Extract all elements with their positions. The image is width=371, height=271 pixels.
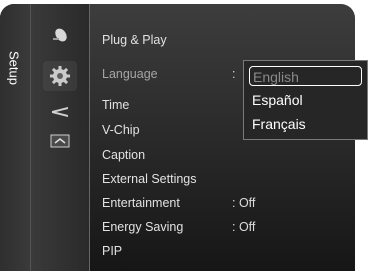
menu-item-value: : Off: [232, 196, 256, 210]
menu-item-v-chip[interactable]: V-Chip: [102, 121, 140, 139]
menu-item-entertainment[interactable]: Entertainment : Off: [102, 194, 255, 212]
menu-item-label: Entertainment: [102, 196, 180, 210]
menu-item-time[interactable]: Time: [102, 96, 129, 114]
menu-item-label: V-Chip: [102, 123, 140, 137]
antenna-icon[interactable]: [49, 100, 71, 122]
language-option-espanol[interactable]: Español: [249, 90, 362, 110]
language-option-english[interactable]: English: [249, 66, 362, 86]
menu-item-plug-and-play[interactable]: Plug & Play: [102, 31, 167, 49]
menu-item-label: External Settings: [102, 172, 197, 186]
menu-item-external-settings[interactable]: External Settings: [102, 170, 197, 188]
input-source-icon[interactable]: [49, 130, 71, 152]
setup-tab-label: Setup: [6, 51, 22, 85]
menu-item-label: PIP: [102, 244, 123, 258]
menu-item-label: Language: [102, 67, 158, 81]
menu-item-label: Plug & Play: [102, 33, 167, 47]
menu-item-value: : Off: [232, 220, 256, 234]
menu-item-language[interactable]: Language :: [102, 65, 235, 83]
gear-icon[interactable]: [43, 61, 77, 91]
menu-item-pip[interactable]: PIP: [102, 242, 122, 260]
category-icon-column: [31, 4, 90, 271]
satellite-icon[interactable]: [49, 24, 71, 46]
menu-item-energy-saving[interactable]: Energy Saving : Off: [102, 218, 255, 236]
menu-item-label: Time: [102, 98, 130, 112]
language-dropdown: English Español Français: [243, 60, 368, 140]
menu-item-label: Energy Saving: [102, 220, 184, 234]
menu-item-label: Caption: [102, 148, 146, 162]
language-option-francais[interactable]: Français: [249, 114, 362, 134]
menu-item-value: :: [232, 67, 236, 81]
setup-side-tab[interactable]: Setup: [0, 4, 31, 271]
menu-item-caption[interactable]: Caption: [102, 146, 145, 164]
